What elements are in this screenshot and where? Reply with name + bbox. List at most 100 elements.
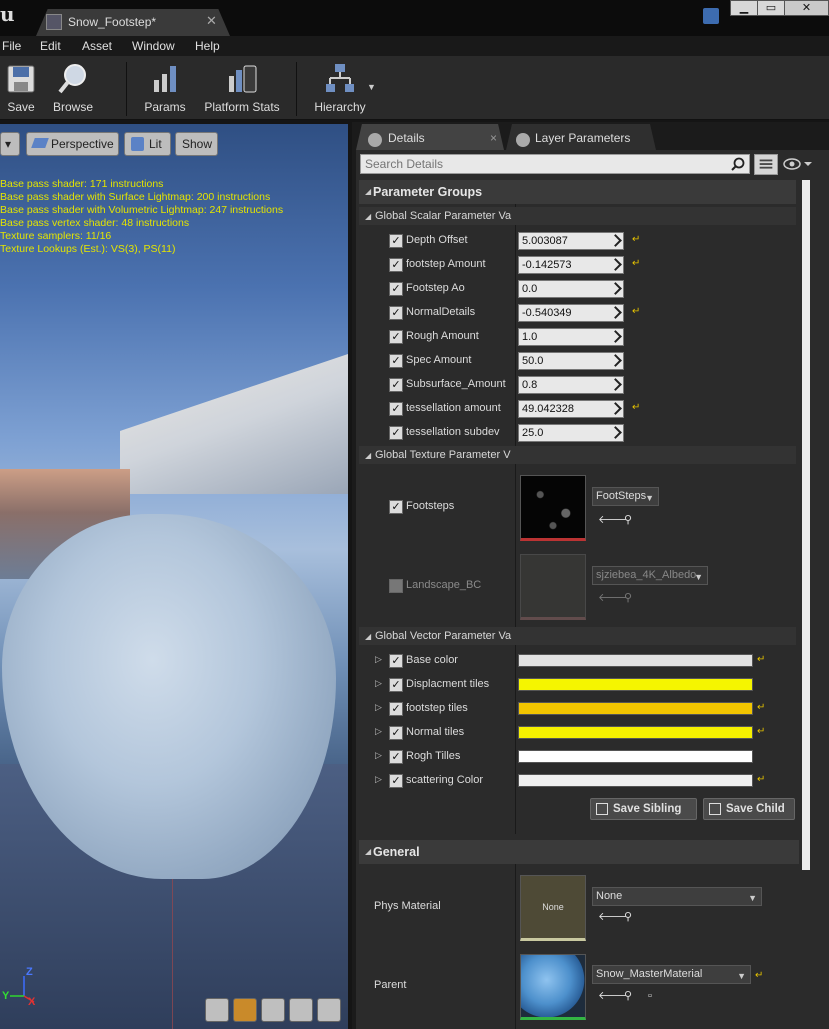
menu-asset[interactable]: Asset — [82, 39, 112, 53]
parameter-enable-checkbox[interactable]: ✓ — [389, 402, 403, 416]
color-swatch[interactable] — [518, 678, 753, 691]
footsteps-checkbox[interactable]: ✓ — [389, 500, 403, 514]
visibility-eye-icon[interactable] — [782, 156, 812, 172]
menu-help[interactable]: Help — [195, 39, 220, 53]
save-child-button[interactable]: Save Child — [703, 798, 795, 820]
texture-group-header[interactable]: ◢ Global Texture Parameter V — [359, 446, 796, 464]
reset-to-default-icon[interactable]: ↵ — [757, 775, 766, 785]
edit-parent-icon[interactable]: ▫ — [644, 990, 656, 1002]
sphere-preview-button[interactable] — [233, 998, 257, 1022]
expand-arrow-icon[interactable]: ▷ — [375, 654, 382, 665]
reset-to-default-icon[interactable]: ↵ — [632, 235, 641, 245]
browse-magnifier-icon[interactable]: ⚲ — [622, 592, 634, 604]
menu-file[interactable]: File — [2, 39, 21, 53]
menu-window[interactable]: Window — [132, 39, 175, 53]
viewport[interactable]: ▾ Perspective Lit Show Base pass shader:… — [0, 124, 348, 1029]
parameter-enable-checkbox[interactable]: ✓ — [389, 354, 403, 368]
params-tool[interactable]: Params — [140, 56, 190, 120]
hierarchy-tool[interactable]: Hierarchy — [310, 56, 370, 120]
reset-to-default-icon[interactable]: ↵ — [757, 703, 766, 713]
phys-material-dropdown[interactable]: None ▼ — [592, 887, 762, 906]
parameter-enable-checkbox[interactable]: ✓ — [389, 330, 403, 344]
color-swatch[interactable] — [518, 726, 753, 739]
menu-edit[interactable]: Edit — [40, 39, 61, 53]
reset-to-default-icon[interactable]: ↵ — [632, 259, 641, 269]
show-button[interactable]: Show — [175, 132, 218, 156]
use-selected-arrow-icon[interactable]: 🡐 — [598, 592, 628, 604]
parameter-enable-checkbox[interactable]: ✓ — [389, 702, 403, 716]
parameter-enable-checkbox[interactable]: ✓ — [389, 234, 403, 248]
save-sibling-button[interactable]: Save Sibling — [590, 798, 697, 820]
column-divider[interactable] — [515, 864, 516, 1029]
tab-close-icon[interactable]: × — [490, 131, 497, 145]
parameter-groups-header[interactable]: ◢ Parameter Groups — [359, 180, 796, 204]
details-scrollbar[interactable] — [802, 180, 810, 870]
parameter-value-input[interactable]: 5.003087 — [518, 232, 624, 250]
use-selected-arrow-icon[interactable]: 🡐 — [598, 514, 628, 526]
search-input[interactable] — [361, 155, 721, 173]
cube-preview-button[interactable] — [289, 998, 313, 1022]
parameter-enable-checkbox[interactable]: ✓ — [389, 726, 403, 740]
color-swatch[interactable] — [518, 750, 753, 763]
search-icon[interactable] — [731, 157, 745, 171]
vector-group-header[interactable]: ◢ Global Vector Parameter Va — [359, 627, 796, 645]
reset-to-default-icon[interactable]: ↵ — [632, 307, 641, 317]
parent-material-thumbnail[interactable] — [520, 954, 586, 1020]
scalar-group-header[interactable]: ◢ Global Scalar Parameter Va — [359, 207, 796, 225]
tab-close-icon[interactable]: ✕ — [206, 13, 217, 29]
reset-to-default-icon[interactable]: ↵ — [755, 971, 764, 981]
color-swatch[interactable] — [518, 654, 753, 667]
search-box[interactable] — [360, 154, 750, 174]
save-tool[interactable]: Save — [0, 56, 42, 120]
perspective-button[interactable]: Perspective — [26, 132, 119, 156]
parameter-value-input[interactable]: 0.8 — [518, 376, 624, 394]
browse-tool[interactable]: Browse — [48, 56, 98, 120]
landscape-checkbox[interactable] — [389, 579, 403, 593]
landscape-texture-thumbnail[interactable] — [520, 554, 586, 620]
expand-arrow-icon[interactable]: ▷ — [375, 726, 382, 737]
tab-layer-parameters[interactable]: Layer Parameters — [506, 124, 656, 150]
parameter-value-input[interactable]: 50.0 — [518, 352, 624, 370]
viewport-options-dropdown[interactable]: ▾ — [0, 132, 20, 156]
color-swatch[interactable] — [518, 774, 753, 787]
parameter-enable-checkbox[interactable]: ✓ — [389, 378, 403, 392]
browse-magnifier-icon[interactable]: ⚲ — [622, 514, 634, 526]
phys-material-thumbnail[interactable]: None — [520, 875, 586, 941]
footsteps-asset-dropdown[interactable]: FootSteps ▼ — [592, 487, 659, 506]
plane-preview-button[interactable] — [261, 998, 285, 1022]
parameter-enable-checkbox[interactable]: ✓ — [389, 774, 403, 788]
parameter-value-input[interactable]: 1.0 — [518, 328, 624, 346]
parameter-value-input[interactable]: 25.0 — [518, 424, 624, 442]
maximize-button[interactable]: ▭ — [757, 0, 785, 16]
lit-button[interactable]: Lit — [124, 132, 171, 156]
reset-to-default-icon[interactable]: ↵ — [757, 727, 766, 737]
custom-mesh-preview-button[interactable] — [317, 998, 341, 1022]
parameter-value-input[interactable]: 49.042328 — [518, 400, 624, 418]
general-header[interactable]: ◢ General — [359, 840, 799, 864]
use-selected-arrow-icon[interactable]: 🡐 — [598, 990, 628, 1002]
help-icon[interactable] — [703, 8, 719, 24]
parameter-enable-checkbox[interactable]: ✓ — [389, 654, 403, 668]
reset-to-default-icon[interactable]: ↵ — [632, 403, 641, 413]
landscape-asset-dropdown[interactable]: sjziebea_4K_Albedo ▼ — [592, 566, 708, 585]
platform-stats-tool[interactable]: Platform Stats — [200, 56, 284, 120]
parameter-enable-checkbox[interactable]: ✓ — [389, 426, 403, 440]
expand-arrow-icon[interactable]: ▷ — [375, 702, 382, 713]
parent-dropdown[interactable]: Snow_MasterMaterial ▼ — [592, 965, 751, 984]
expand-arrow-icon[interactable]: ▷ — [375, 750, 382, 761]
reset-to-default-icon[interactable]: ↵ — [757, 655, 766, 665]
parameter-enable-checkbox[interactable]: ✓ — [389, 750, 403, 764]
cylinder-preview-button[interactable] — [205, 998, 229, 1022]
hierarchy-dropdown-icon[interactable]: ▼ — [367, 82, 376, 92]
parameter-value-input[interactable]: -0.540349 — [518, 304, 624, 322]
minimize-button[interactable]: ▁ — [730, 0, 758, 16]
browse-magnifier-icon[interactable]: ⚲ — [622, 911, 634, 923]
footsteps-texture-thumbnail[interactable] — [520, 475, 586, 541]
browse-magnifier-icon[interactable]: ⚲ — [622, 990, 634, 1002]
expand-arrow-icon[interactable]: ▷ — [375, 774, 382, 785]
parameter-enable-checkbox[interactable]: ✓ — [389, 678, 403, 692]
use-selected-arrow-icon[interactable]: 🡐 — [598, 911, 628, 923]
parameter-enable-checkbox[interactable]: ✓ — [389, 258, 403, 272]
color-swatch[interactable] — [518, 702, 753, 715]
view-options-list-icon[interactable] — [754, 154, 778, 175]
